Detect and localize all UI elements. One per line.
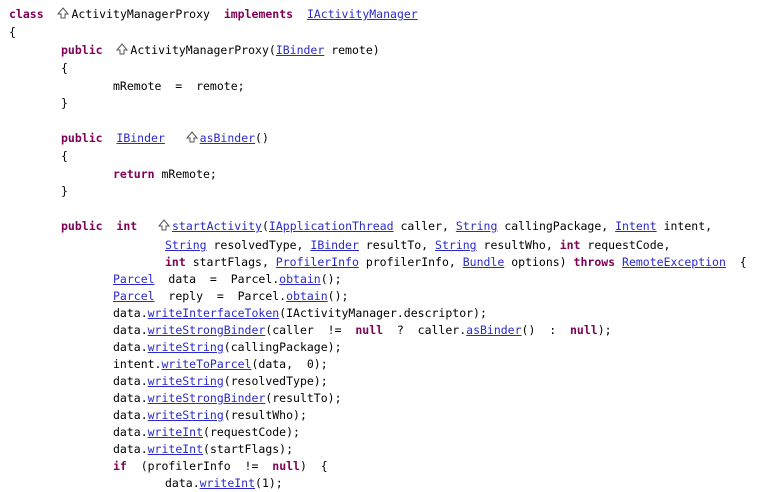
link-writestring[interactable]: writeString xyxy=(148,374,224,388)
override-triangle-icon xyxy=(116,43,129,55)
link-writestrongbinder[interactable]: writeStrongBinder xyxy=(148,323,266,337)
code-line-22: data.writeString(resultWho); xyxy=(113,408,307,422)
code-line-15: Parcel reply = Parcel.obtain(); xyxy=(113,289,349,303)
code-line-10: } xyxy=(61,184,68,198)
code-line-26: data.writeInt(1); xyxy=(165,476,283,490)
link-writeinterfacetoken[interactable]: writeInterfaceToken xyxy=(148,306,280,320)
code-line-21: data.writeStrongBinder(resultTo); xyxy=(113,391,342,405)
link-asbinder[interactable]: asBinder xyxy=(466,323,521,337)
code-line-9: return mRemote; xyxy=(113,167,217,181)
code-line-1: class ActivityManagerProxy implements IA… xyxy=(9,7,418,21)
code-line-24: data.writeInt(startFlags); xyxy=(113,442,294,456)
link-writetoparcel[interactable]: writeToParcel xyxy=(161,357,251,371)
override-triangle-icon xyxy=(57,7,70,19)
link-profilerinfo[interactable]: ProfilerInfo xyxy=(276,255,359,269)
link-parcel[interactable]: Parcel xyxy=(113,289,155,303)
link-writestrongbinder[interactable]: writeStrongBinder xyxy=(148,391,266,405)
link-intent[interactable]: Intent xyxy=(615,219,657,233)
code-line-18: data.writeString(callingPackage); xyxy=(113,340,342,354)
code-line-25: if (profilerInfo != null) { xyxy=(113,459,328,473)
code-line-4: { xyxy=(61,61,68,75)
code-line-2: { xyxy=(9,25,16,39)
code-line-16: data.writeInterfaceToken(IActivityManage… xyxy=(113,306,487,320)
link-string[interactable]: String xyxy=(456,219,498,233)
link-ibinder[interactable]: IBinder xyxy=(276,43,324,57)
override-triangle-icon xyxy=(157,219,170,231)
code-line-17: data.writeStrongBinder(caller != null ? … xyxy=(113,323,612,337)
link-writestring[interactable]: writeString xyxy=(148,408,224,422)
code-line-12: String resolvedType, IBinder resultTo, S… xyxy=(165,238,671,252)
code-line-19: intent.writeToParcel(data, 0); xyxy=(113,357,328,371)
link-bundle[interactable]: Bundle xyxy=(463,255,505,269)
code-line-3: public ActivityManagerProxy(IBinder remo… xyxy=(61,43,380,57)
code-line-13: int startFlags, ProfilerInfo profilerInf… xyxy=(165,255,747,269)
code-line-7: public IBinder asBinder() xyxy=(61,131,269,145)
link-writeint[interactable]: writeInt xyxy=(200,476,255,490)
code-line-20: data.writeString(resolvedType); xyxy=(113,374,328,388)
link-obtain[interactable]: obtain xyxy=(286,289,328,303)
link-ibinder[interactable]: IBinder xyxy=(310,238,358,252)
code-editor[interactable]: class ActivityManagerProxy implements IA… xyxy=(0,0,777,490)
override-triangle-icon xyxy=(185,131,198,143)
code-line-8: { xyxy=(61,149,68,163)
link-string[interactable]: String xyxy=(165,238,207,252)
link-string[interactable]: String xyxy=(435,238,477,252)
link-iapplicationthread[interactable]: IApplicationThread xyxy=(269,219,394,233)
link-writestring[interactable]: writeString xyxy=(148,340,224,354)
code-line-11: public int startActivity(IApplicationThr… xyxy=(61,219,713,233)
code-line-14: Parcel data = Parcel.obtain(); xyxy=(113,272,342,286)
link-writeint[interactable]: writeInt xyxy=(148,425,203,439)
code-line-23: data.writeInt(requestCode); xyxy=(113,425,300,439)
code-line-6: } xyxy=(61,96,68,110)
link-iactivitymanager[interactable]: IActivityManager xyxy=(307,7,418,21)
link-obtain[interactable]: obtain xyxy=(279,272,321,286)
code-line-5: mRemote = remote; xyxy=(113,79,245,93)
link-startactivity[interactable]: startActivity xyxy=(172,219,262,233)
link-asbinder[interactable]: asBinder xyxy=(200,131,255,145)
link-ibinder[interactable]: IBinder xyxy=(116,131,164,145)
link-remoteexception[interactable]: RemoteException xyxy=(622,255,726,269)
link-writeint[interactable]: writeInt xyxy=(148,442,203,456)
link-parcel[interactable]: Parcel xyxy=(113,272,155,286)
